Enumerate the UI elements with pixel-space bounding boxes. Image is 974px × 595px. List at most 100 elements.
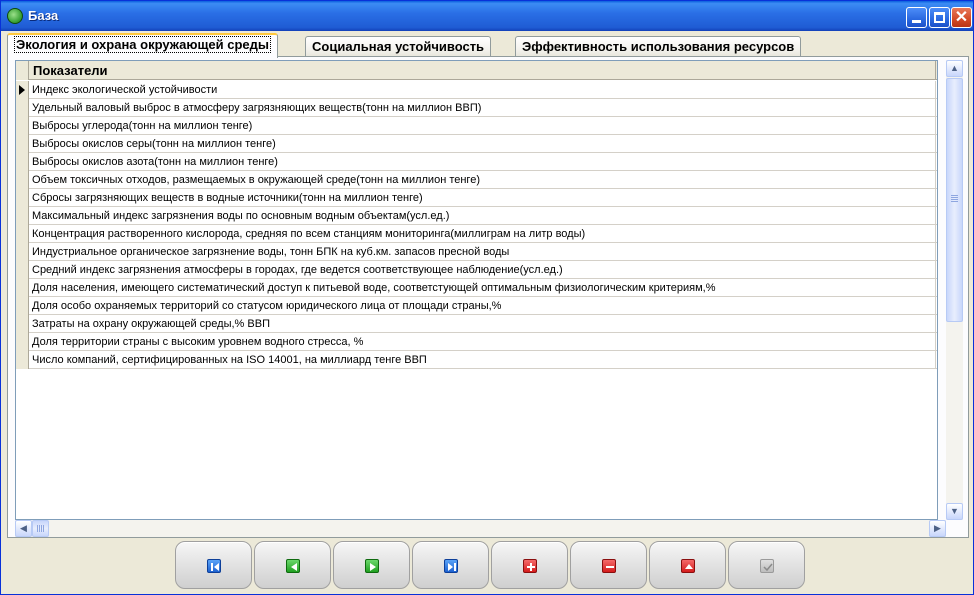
table-cell[interactable]: Доля населения, имеющего систематический…	[30, 279, 936, 297]
table-row[interactable]: Сбросы загрязняющих веществ в водные ист…	[16, 189, 937, 207]
last-record-button[interactable]	[412, 541, 489, 589]
row-indicator[interactable]	[16, 243, 29, 261]
row-indicator[interactable]	[16, 351, 29, 369]
table-cell[interactable]: Выбросы углерода(тонн на миллион тенге)	[30, 117, 936, 135]
minus-icon	[602, 559, 616, 573]
scroll-down-button[interactable]: ▼	[946, 503, 963, 520]
row-indicator[interactable]	[16, 135, 29, 153]
table-row[interactable]: Выбросы углерода(тонн на миллион тенге)	[16, 117, 937, 135]
edit-icon	[681, 559, 695, 573]
header-indicator-cell	[16, 61, 29, 80]
table-row[interactable]: Индустриальное органическое загрязнение …	[16, 243, 937, 261]
table-cell[interactable]: Средний индекс загрязнения атмосферы в г…	[30, 261, 936, 279]
table-cell[interactable]: Выбросы окислов азота(тонн на миллион те…	[30, 153, 936, 171]
row-indicator[interactable]	[16, 261, 29, 279]
current-row-arrow-icon	[19, 85, 25, 95]
title-bar[interactable]: База ✕	[1, 1, 973, 31]
vertical-scroll-thumb[interactable]	[946, 78, 963, 322]
row-indicator[interactable]	[16, 225, 29, 243]
close-icon: ✕	[954, 9, 969, 26]
first-icon	[207, 559, 221, 573]
table-cell[interactable]: Сбросы загрязняющих веществ в водные ист…	[30, 189, 936, 207]
row-indicator[interactable]	[16, 117, 29, 135]
maximize-icon	[934, 12, 945, 23]
app-window: База ✕ Экология и охрана окружающей сред…	[0, 0, 974, 595]
row-indicator[interactable]	[16, 297, 29, 315]
table-cell[interactable]: Доля территории страны с высоким уровнем…	[30, 333, 936, 351]
chevron-down-icon: ▼	[950, 506, 959, 516]
scroll-left-button[interactable]: ◀	[15, 520, 32, 537]
table-row[interactable]: Затраты на охрану окружающей среды,% ВВП	[16, 315, 937, 333]
row-indicator[interactable]	[16, 81, 29, 99]
table-cell[interactable]: Доля особо охраняемых территорий со стат…	[30, 297, 936, 315]
chevron-up-icon: ▲	[950, 63, 959, 73]
table-row[interactable]: Число компаний, сертифицированных на ISO…	[16, 351, 937, 369]
row-indicator[interactable]	[16, 99, 29, 117]
post-record-button[interactable]	[728, 541, 805, 589]
minimize-icon	[912, 20, 921, 23]
minimize-button[interactable]	[906, 7, 927, 28]
table-cell[interactable]: Концентрация растворенного кислорода, ср…	[30, 225, 936, 243]
row-indicator[interactable]	[16, 333, 29, 351]
tab-ecology[interactable]: Экология и охрана окружающей среды	[7, 33, 279, 58]
table-cell[interactable]: Индекс экологической устойчивости	[30, 81, 936, 99]
table-row[interactable]: Индекс экологической устойчивости	[16, 81, 937, 99]
next-record-button[interactable]	[333, 541, 410, 589]
table-row[interactable]: Удельный валовый выброс в атмосферу загр…	[16, 99, 937, 117]
app-icon	[7, 8, 23, 24]
plus-icon	[523, 559, 537, 573]
prior-icon	[286, 559, 300, 573]
grid-rows: Индекс экологической устойчивости Удельны…	[16, 81, 937, 369]
check-icon	[760, 559, 774, 573]
table-cell[interactable]: Число компаний, сертифицированных на ISO…	[30, 351, 936, 369]
horizontal-scroll-thumb[interactable]	[32, 520, 49, 537]
tab-resources[interactable]: Эффективность использования ресурсов	[515, 36, 802, 57]
vertical-scrollbar[interactable]: ▲ ▼	[946, 60, 963, 520]
table-row[interactable]: Доля населения, имеющего систематический…	[16, 279, 937, 297]
table-row[interactable]: Доля особо охраняемых территорий со стат…	[16, 297, 937, 315]
row-indicator[interactable]	[16, 279, 29, 297]
tab-label: Социальная устойчивость	[312, 39, 485, 54]
scroll-up-button[interactable]: ▲	[946, 60, 963, 77]
first-record-button[interactable]	[175, 541, 252, 589]
table-cell[interactable]: Объем токсичных отходов, размещаемых в о…	[30, 171, 936, 189]
insert-record-button[interactable]	[491, 541, 568, 589]
horizontal-scrollbar[interactable]: ◀ ▶	[15, 520, 946, 537]
close-button[interactable]: ✕	[951, 7, 972, 28]
table-row[interactable]: Объем токсичных отходов, размещаемых в о…	[16, 171, 937, 189]
table-row[interactable]: Концентрация растворенного кислорода, ср…	[16, 225, 937, 243]
table-row[interactable]: Средний индекс загрязнения атмосферы в г…	[16, 261, 937, 279]
db-navigator	[175, 541, 807, 591]
maximize-button[interactable]	[929, 7, 950, 28]
tab-social[interactable]: Социальная устойчивость	[305, 36, 492, 57]
row-indicator[interactable]	[16, 171, 29, 189]
table-row[interactable]: Выбросы окислов азота(тонн на миллион те…	[16, 153, 937, 171]
row-indicator[interactable]	[16, 207, 29, 225]
prior-record-button[interactable]	[254, 541, 331, 589]
table-cell[interactable]: Индустриальное органическое загрязнение …	[30, 243, 936, 261]
column-header-indicators[interactable]: Показатели	[30, 61, 936, 80]
table-cell[interactable]: Затраты на охрану окружающей среды,% ВВП	[30, 315, 936, 333]
chevron-left-icon: ◀	[20, 523, 27, 533]
row-indicator[interactable]	[16, 315, 29, 333]
tab-label: Эффективность использования ресурсов	[522, 39, 795, 54]
table-cell[interactable]: Удельный валовый выброс в атмосферу загр…	[30, 99, 936, 117]
row-indicator[interactable]	[16, 153, 29, 171]
table-row[interactable]: Максимальный индекс загрязнения воды по …	[16, 207, 937, 225]
grip-icon	[37, 525, 44, 532]
table-cell[interactable]: Максимальный индекс загрязнения воды по …	[30, 207, 936, 225]
edit-record-button[interactable]	[649, 541, 726, 589]
table-row[interactable]: Доля территории страны с высоким уровнем…	[16, 333, 937, 351]
scroll-right-button[interactable]: ▶	[929, 520, 946, 537]
table-cell[interactable]: Выбросы окислов серы(тонн на миллион тен…	[30, 135, 936, 153]
delete-record-button[interactable]	[570, 541, 647, 589]
grip-icon	[951, 195, 958, 202]
indicators-grid[interactable]: Показатели Индекс экологической устойчив…	[15, 60, 938, 520]
tab-panel: Показатели Индекс экологической устойчив…	[7, 56, 969, 538]
grid-header: Показатели	[16, 61, 937, 80]
next-icon	[365, 559, 379, 573]
chevron-right-icon: ▶	[934, 523, 941, 533]
window-title: База	[28, 8, 59, 23]
table-row[interactable]: Выбросы окислов серы(тонн на миллион тен…	[16, 135, 937, 153]
row-indicator[interactable]	[16, 189, 29, 207]
